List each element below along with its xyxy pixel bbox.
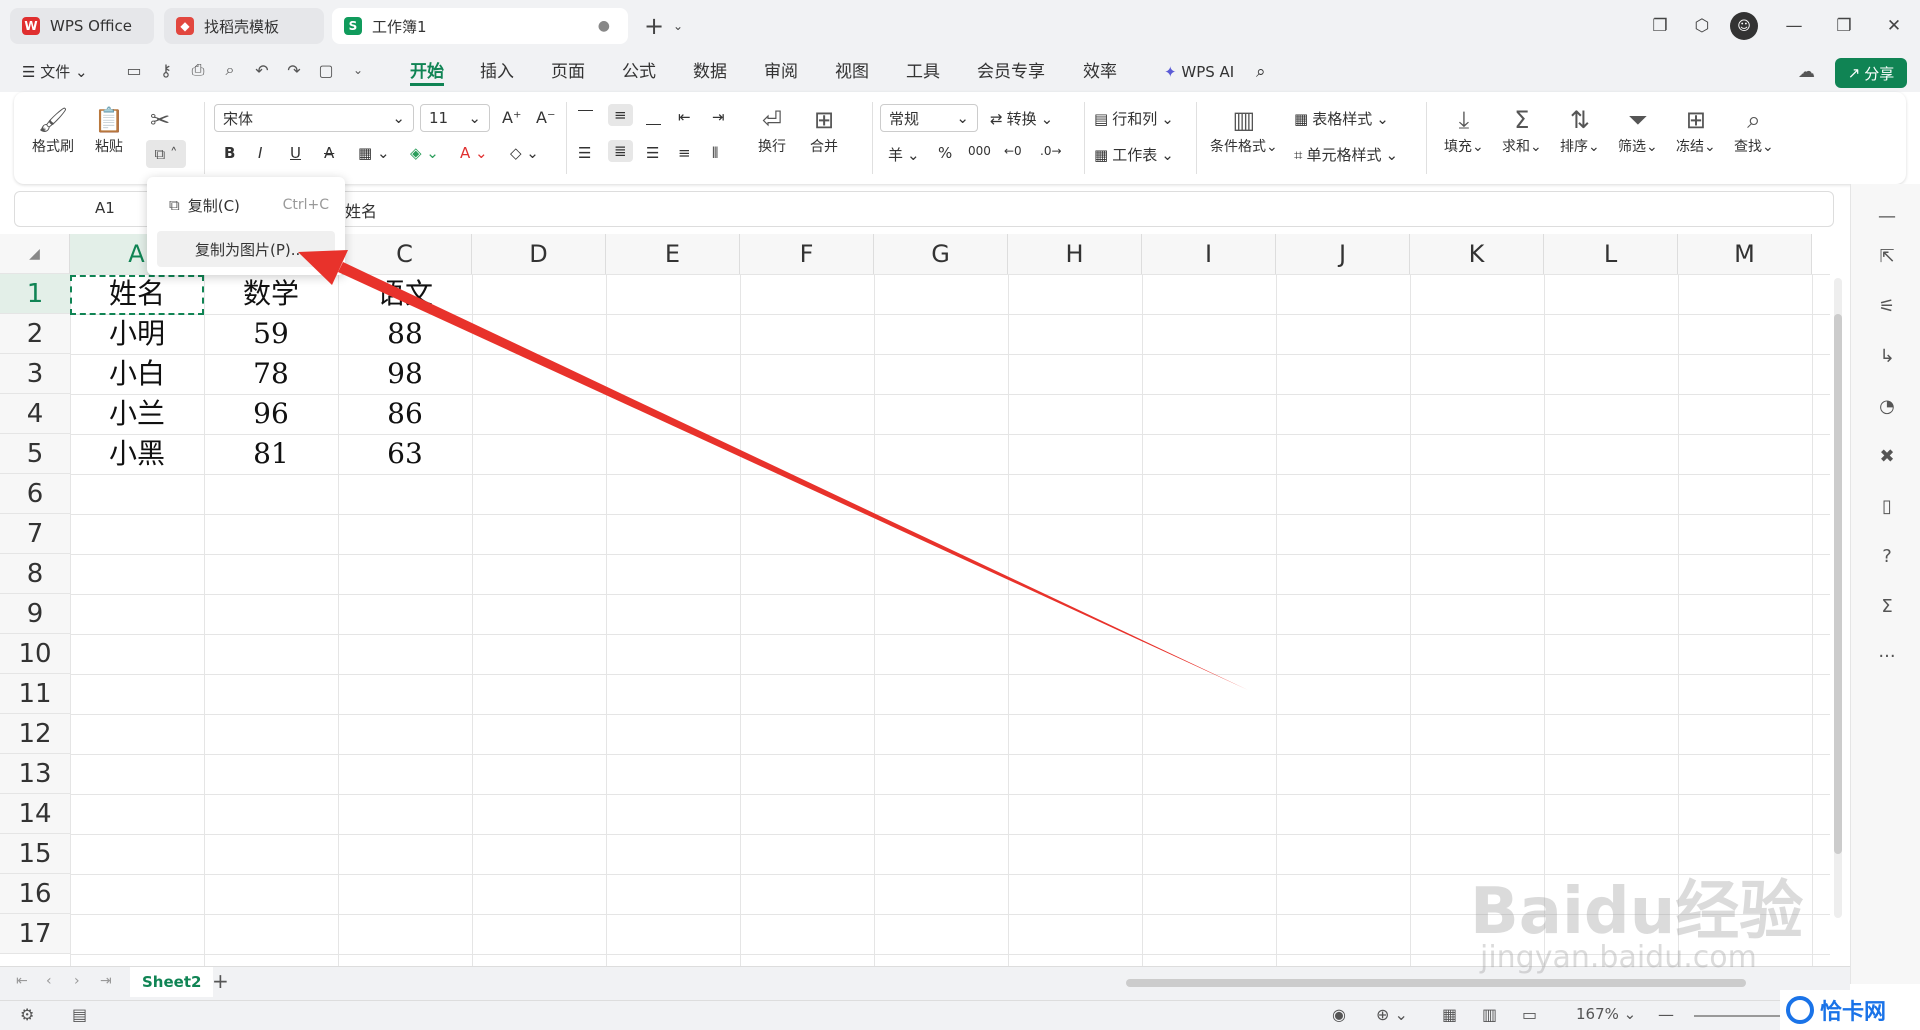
macro-icon[interactable]: ⚙ (20, 1005, 34, 1024)
watermark-url: jingyan.baidu.com (1480, 940, 1757, 975)
zoom-value: 167% (1576, 1005, 1619, 1023)
more-icon[interactable]: ··· (1875, 644, 1899, 668)
zoom-level[interactable]: 167% ⌄ (1576, 1005, 1636, 1023)
book-icon[interactable]: ▯ (1875, 494, 1899, 518)
add-sheet-icon[interactable]: + (212, 969, 229, 993)
eye-protection-icon[interactable]: ◉ (1332, 1005, 1346, 1024)
last-sheet-icon[interactable]: ⇥ (100, 973, 112, 989)
corner-logo: 恰卡网 (1780, 990, 1920, 1030)
baidu-watermark: Baidu经验 jingyan.baidu.com (1470, 820, 1830, 980)
first-sheet-icon[interactable]: ⇤ (16, 973, 28, 989)
arrow-shaft (338, 262, 1248, 690)
reading-view-icon[interactable]: ▭ (1522, 1005, 1537, 1024)
zoom-out-icon[interactable]: — (1658, 1005, 1674, 1024)
watermark-brand: Baidu经验 (1470, 875, 1804, 949)
formula-sigma-icon[interactable]: Σ (1875, 594, 1899, 618)
next-sheet-icon[interactable]: › (74, 973, 80, 989)
sheet-tab-sheet2[interactable]: Sheet2 (130, 967, 214, 997)
wps-spreadsheet-window: W WPS Office ◆ 找稻壳模板 S 工作簿1 ● + ⌄ ❐ ⬡ ☺ … (0, 0, 1920, 1030)
zoom-slider[interactable] (1694, 1015, 1784, 1017)
adjust-icon[interactable]: ⚟ (1875, 294, 1899, 318)
prev-sheet-icon[interactable]: ‹ (46, 973, 52, 989)
crosshair-icon[interactable]: ⊕ ⌄ (1376, 1005, 1408, 1024)
collapse-panel-icon[interactable]: — (1875, 204, 1899, 228)
page-break-view-icon[interactable]: ▥ (1482, 1005, 1497, 1024)
chart-icon[interactable]: ◔ (1875, 394, 1899, 418)
cursor-select-icon[interactable]: ⇱ (1875, 244, 1899, 268)
corner-logo-icon (1786, 996, 1814, 1024)
status-bar: ⚙ ▤ ◉ ⊕ ⌄ ▦ ▥ ▭ 167% ⌄ — (0, 1000, 1920, 1030)
transfer-icon[interactable]: ↳ (1875, 344, 1899, 368)
corner-logo-text: 恰卡网 (1820, 1000, 1887, 1025)
sheet-list-icon[interactable]: ▤ (72, 1005, 87, 1024)
help-icon[interactable]: ? (1875, 544, 1899, 568)
sheet-tab-label: Sheet2 (142, 973, 202, 991)
normal-view-icon[interactable]: ▦ (1442, 1005, 1457, 1024)
horizontal-scrollbar-thumb[interactable] (1126, 979, 1746, 987)
tools-icon[interactable]: ✖ (1875, 444, 1899, 468)
right-side-panel: — ⇱ ⚟ ↳ ◔ ✖ ▯ ? Σ ··· (1850, 184, 1920, 984)
